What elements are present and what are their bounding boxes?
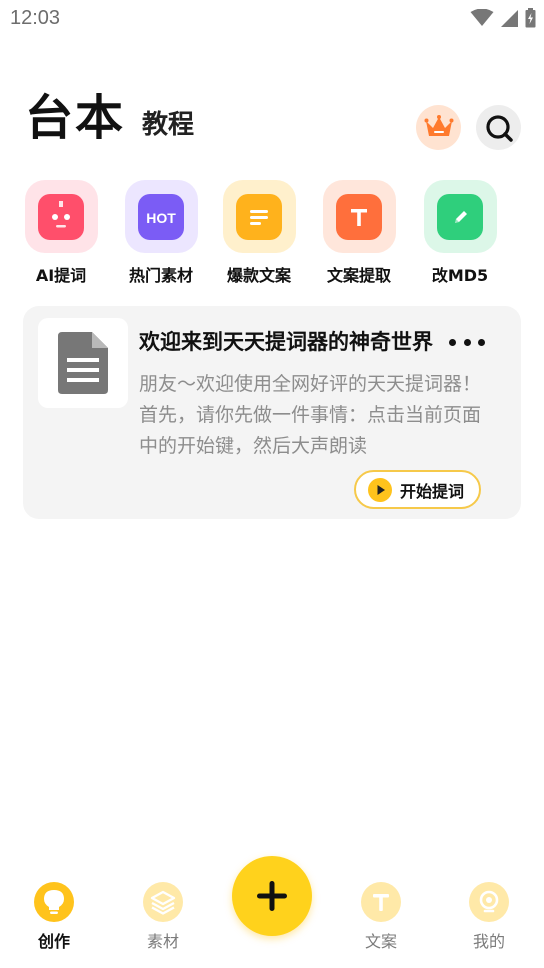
tool-ai-prompter[interactable]: AI提词 <box>11 180 111 286</box>
script-title: 欢迎来到天天提词器的神奇世界 <box>139 330 433 354</box>
signal-icon <box>501 9 518 27</box>
tool-label: 热门素材 <box>128 266 193 285</box>
nav-copywriting[interactable]: 文案 <box>351 882 411 952</box>
text-extract-icon <box>351 208 367 226</box>
script-thumbnail <box>38 318 128 408</box>
search-button[interactable] <box>476 105 521 150</box>
status-bar: 12:03 <box>0 0 544 38</box>
robot-icon <box>52 200 70 227</box>
profile-icon <box>479 890 499 913</box>
nav-label: 文案 <box>364 932 397 951</box>
tool-viral-copy[interactable]: 爆款文案 <box>209 180 309 286</box>
document-icon <box>250 209 268 225</box>
play-icon <box>368 477 392 502</box>
nav-materials[interactable]: 素材 <box>133 882 193 952</box>
script-preview: 朋友～欢迎使用全网好评的天天提词器！ 首先，请你先做一件事情：点击当前页面中的开… <box>139 373 482 457</box>
tool-change-md5[interactable]: 改MD5 <box>410 180 510 286</box>
bulb-icon <box>44 890 64 914</box>
svg-text:HOT: HOT <box>146 210 176 226</box>
tool-label: AI提词 <box>35 266 87 285</box>
page-title: 台本 <box>25 90 126 146</box>
nav-label: 创作 <box>37 932 70 951</box>
tool-label: 文案提取 <box>326 266 391 285</box>
tutorial-link[interactable]: 教程 <box>142 106 194 144</box>
vip-button[interactable] <box>416 105 461 150</box>
plus-icon <box>257 881 287 911</box>
create-fab[interactable] <box>232 856 312 936</box>
nav-create[interactable]: 创作 <box>24 882 84 952</box>
tool-label: 爆款文案 <box>226 266 291 285</box>
nav-profile[interactable]: 我的 <box>459 882 519 952</box>
start-prompt-button[interactable]: 开始提词 <box>354 470 481 509</box>
tool-label: 改MD5 <box>431 266 489 285</box>
hot-folder-icon: HOT <box>146 210 176 226</box>
script-card[interactable]: 欢迎来到天天提词器的神奇世界 朋友～欢迎使用全网好评的天天提词器！ 首先，请你先… <box>23 306 521 519</box>
nav-label: 我的 <box>472 932 505 951</box>
file-icon <box>58 332 108 394</box>
tool-copy-extract[interactable]: 文案提取 <box>309 180 409 286</box>
search-icon <box>485 114 513 142</box>
start-prompt-label: 开始提词 <box>400 481 465 501</box>
edit-folder-icon <box>455 210 467 223</box>
status-time: 12:03 <box>10 7 61 29</box>
wifi-icon <box>470 9 494 26</box>
layers-icon <box>150 890 176 915</box>
more-icon[interactable] <box>449 330 485 354</box>
nav-label: 素材 <box>146 932 179 951</box>
battery-icon <box>525 8 536 28</box>
tool-hot-materials[interactable]: HOT 热门素材 <box>111 180 211 286</box>
crown-icon <box>424 114 453 136</box>
text-icon <box>373 894 389 911</box>
status-icons <box>470 8 536 28</box>
